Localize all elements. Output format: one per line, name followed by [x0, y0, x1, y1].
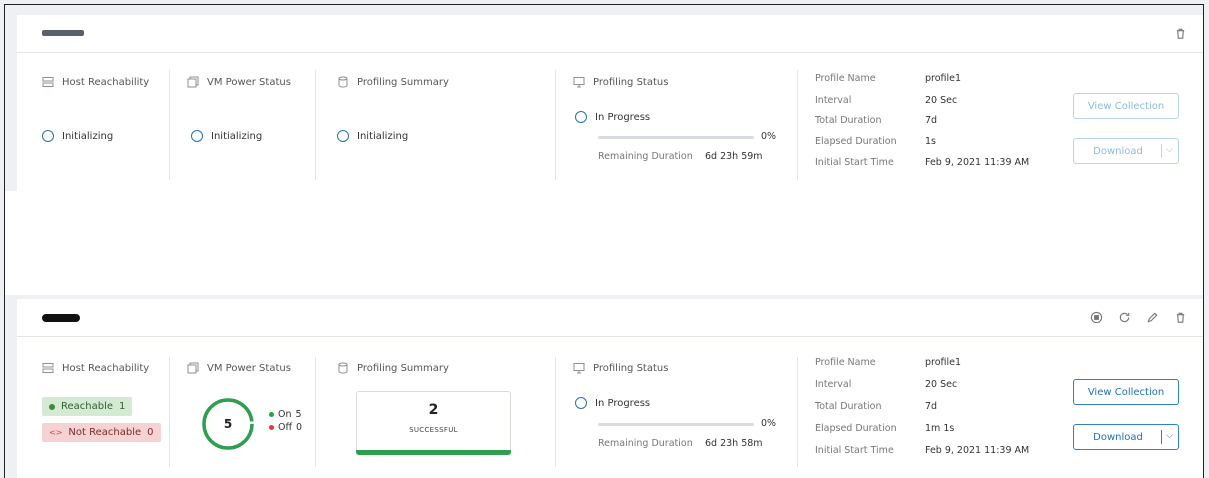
successful-count: 2: [428, 402, 439, 418]
vm-power-donut: 5: [202, 398, 254, 450]
reachable-badge: Reachable 1: [42, 397, 133, 416]
successful-bar: [356, 450, 511, 455]
download-button[interactable]: Download ⌵: [1073, 138, 1179, 164]
profiling-summary-card[interactable]: 2 SUCCESSFUL: [356, 391, 511, 455]
stop-icon[interactable]: [1089, 310, 1103, 324]
status-ring-icon: [42, 130, 54, 142]
profiling-status-state: In Progress: [575, 397, 650, 409]
card-actions: [1089, 310, 1187, 324]
profile-details: Profile Name profile1 Interval 20 Sec Tota…: [815, 73, 1029, 179]
profiling-summary-title: Profiling Summary: [337, 362, 449, 374]
status-ring-icon: [191, 130, 203, 142]
vm-power-status: Initializing: [191, 130, 262, 142]
profiling-dashboard: Host Reachability Initializing VM Power …: [4, 4, 1204, 478]
off-dot-icon: [269, 425, 274, 430]
trash-icon[interactable]: [1173, 26, 1187, 40]
detail-row: Elapsed Duration 1s: [815, 136, 936, 147]
divider: [315, 70, 316, 180]
profiling-status-state: In Progress: [575, 111, 650, 123]
remaining-duration-value: 6d 23h 59m: [705, 151, 763, 162]
progress-percent: 0%: [761, 131, 777, 142]
chevron-down-icon[interactable]: ⌵: [1166, 145, 1173, 155]
refresh-icon[interactable]: [1117, 310, 1131, 324]
monitor-icon: [573, 363, 585, 374]
vm-icon: [187, 362, 199, 374]
profiling-summary-status: Initializing: [337, 130, 408, 142]
download-button[interactable]: Download ⌵: [1073, 424, 1179, 450]
profile-details: Profile Name profile1 Interval 20 Sec Tota…: [815, 357, 1029, 467]
profiling-status-title: Profiling Status: [573, 76, 668, 88]
disconnect-icon: <>: [49, 428, 63, 437]
divider: [555, 357, 556, 467]
detail-row: Initial Start Time Feb 9, 2021 11:39 AM: [815, 445, 1030, 456]
redacted-host-name: [42, 314, 80, 322]
profiling-progress-bar: [598, 423, 754, 426]
empty-area: [5, 191, 1203, 295]
divider: [797, 357, 798, 467]
chevron-down-icon[interactable]: ⌵: [1166, 431, 1173, 441]
detail-row: Elapsed Duration 1m 1s: [815, 423, 955, 434]
database-icon: [338, 362, 348, 374]
vm-off-legend: Off 0: [269, 422, 302, 433]
successful-label: SUCCESSFUL: [409, 426, 458, 434]
database-icon: [338, 76, 348, 88]
vm-power-status-title: VM Power Status: [187, 76, 291, 88]
profile-card: Host Reachability Reachable 1 <> Not Rea…: [17, 299, 1203, 478]
status-ring-icon: [337, 130, 349, 142]
redacted-host-name: [42, 30, 84, 36]
status-ring-icon: [575, 397, 587, 409]
divider: [169, 357, 170, 467]
profiling-status-title: Profiling Status: [573, 362, 668, 374]
profiling-progress-bar: [598, 136, 754, 139]
download-split-divider: [1161, 144, 1162, 158]
server-icon: [42, 363, 54, 373]
remaining-duration-label: Remaining Duration: [598, 438, 693, 449]
progress-percent: 0%: [761, 418, 777, 429]
card-header: [17, 299, 1203, 337]
server-icon: [42, 77, 54, 87]
remaining-duration-label: Remaining Duration: [598, 151, 693, 162]
monitor-icon: [573, 77, 585, 88]
vm-power-status-title: VM Power Status: [187, 362, 291, 374]
card-actions: [1173, 26, 1187, 40]
status-ring-icon: [575, 111, 587, 123]
view-collection-button[interactable]: View Collection: [1073, 379, 1179, 405]
detail-row: Profile Name profile1: [815, 357, 962, 368]
on-dot-icon: [269, 412, 274, 417]
host-reachability-title: Host Reachability: [42, 76, 149, 88]
detail-row: Interval 20 Sec: [815, 95, 958, 106]
host-reachability-title: Host Reachability: [42, 362, 149, 374]
edit-icon[interactable]: [1145, 310, 1159, 324]
detail-row: Profile Name profile1: [815, 73, 962, 84]
view-collection-button[interactable]: View Collection: [1073, 93, 1179, 119]
detail-row: Initial Start Time Feb 9, 2021 11:39 AM: [815, 157, 1030, 168]
not-reachable-badge: <> Not Reachable 0: [42, 423, 161, 442]
profile-card: Host Reachability Initializing VM Power …: [17, 15, 1203, 191]
divider: [797, 70, 798, 180]
detail-row: Total Duration 7d: [815, 115, 938, 126]
vm-total-count: 5: [224, 417, 232, 431]
remaining-duration-value: 6d 23h 58m: [705, 438, 763, 449]
detail-row: Interval 20 Sec: [815, 379, 958, 390]
check-circle-icon: [49, 403, 55, 410]
profiling-summary-title: Profiling Summary: [337, 76, 449, 88]
vm-icon: [187, 76, 199, 88]
vm-on-legend: On 5: [269, 409, 302, 420]
trash-icon[interactable]: [1173, 310, 1187, 324]
detail-row: Total Duration 7d: [815, 401, 938, 412]
download-split-divider: [1161, 430, 1162, 444]
host-reachability-status: Initializing: [42, 130, 113, 142]
divider: [169, 70, 170, 180]
divider: [315, 357, 316, 467]
divider: [555, 70, 556, 180]
card-header: [17, 15, 1203, 53]
